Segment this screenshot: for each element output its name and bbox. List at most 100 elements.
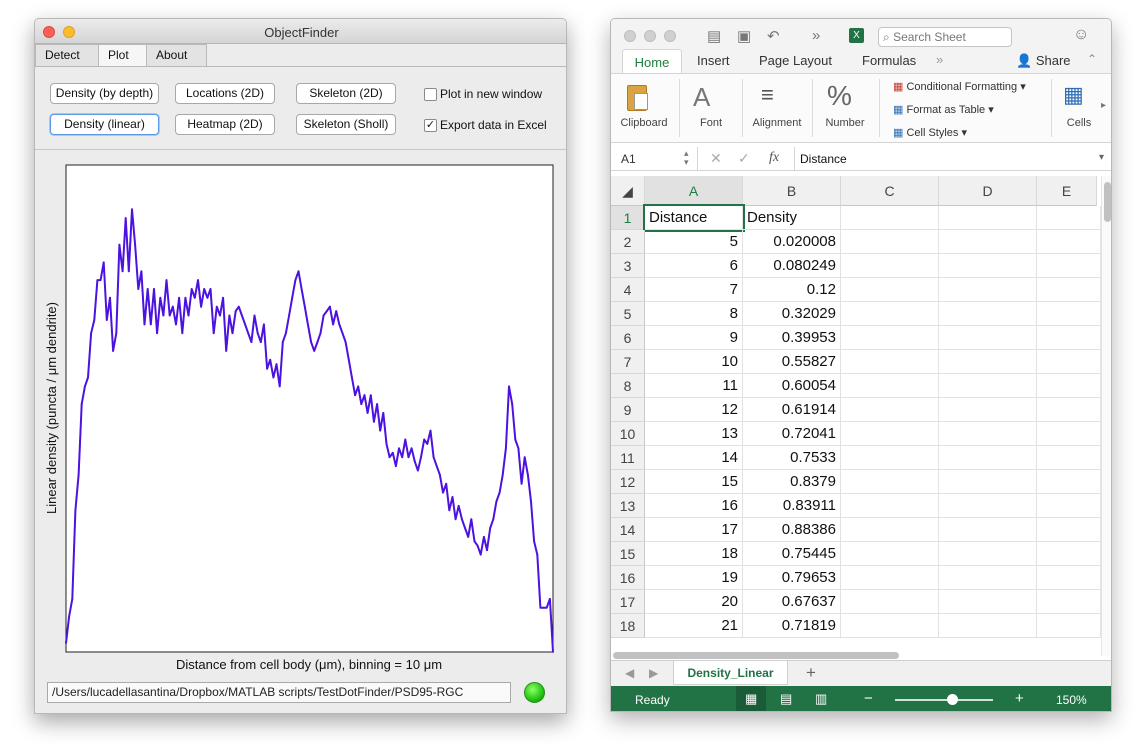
cells-icon[interactable]: ▦ bbox=[1063, 82, 1084, 108]
grid-cell[interactable]: 0.79653 bbox=[743, 566, 841, 590]
grid-cell[interactable] bbox=[841, 350, 939, 374]
column-header[interactable]: B bbox=[743, 176, 841, 206]
save-icon[interactable]: ▣ bbox=[737, 27, 751, 45]
grid-cell[interactable] bbox=[939, 590, 1037, 614]
row-header[interactable]: 13 bbox=[611, 494, 645, 518]
row-header[interactable]: 10 bbox=[611, 422, 645, 446]
grid-cell[interactable]: 6 bbox=[645, 254, 743, 278]
font-icon[interactable]: A bbox=[693, 82, 710, 113]
row-header[interactable]: 15 bbox=[611, 542, 645, 566]
tab-home[interactable]: Home bbox=[622, 49, 682, 74]
spreadsheet-grid[interactable]: ◢ A B C D E 1 Distance Density 2 5 0.020008 3 6… bbox=[611, 176, 1111, 656]
zoom-out-icon[interactable]: − bbox=[864, 690, 873, 707]
column-header[interactable]: C bbox=[841, 176, 939, 206]
grid-cell[interactable] bbox=[939, 422, 1037, 446]
grid-cell[interactable] bbox=[939, 374, 1037, 398]
vertical-scrollbar[interactable] bbox=[1101, 176, 1111, 656]
grid-cell[interactable] bbox=[939, 350, 1037, 374]
grid-cell[interactable] bbox=[939, 254, 1037, 278]
grid-cell[interactable]: 18 bbox=[645, 542, 743, 566]
grid-cell[interactable] bbox=[1037, 614, 1101, 638]
row-header[interactable]: 7 bbox=[611, 350, 645, 374]
grid-cell[interactable] bbox=[841, 398, 939, 422]
row-header[interactable]: 4 bbox=[611, 278, 645, 302]
grid-cell[interactable]: Density bbox=[743, 206, 841, 230]
row-header[interactable]: 12 bbox=[611, 470, 645, 494]
function-icon[interactable]: fx bbox=[769, 150, 779, 166]
grid-cell[interactable] bbox=[841, 230, 939, 254]
grid-cell[interactable]: 9 bbox=[645, 326, 743, 350]
row-header[interactable]: 16 bbox=[611, 566, 645, 590]
grid-cell[interactable] bbox=[1037, 590, 1101, 614]
share-button[interactable]: 👤 Share bbox=[1016, 53, 1071, 69]
skeleton-sholl-button[interactable]: Skeleton (Sholl) bbox=[296, 114, 396, 135]
grid-cell[interactable]: 15 bbox=[645, 470, 743, 494]
grid-cell[interactable] bbox=[939, 494, 1037, 518]
grid-cell[interactable] bbox=[841, 374, 939, 398]
sheet-tab-density-linear[interactable]: Density_Linear bbox=[673, 661, 788, 685]
grid-cell[interactable]: Distance bbox=[643, 204, 745, 232]
more-commands-icon[interactable]: » bbox=[812, 27, 820, 44]
grid-cell[interactable]: 10 bbox=[645, 350, 743, 374]
page-break-view-icon[interactable]: ▥ bbox=[815, 691, 827, 707]
column-header[interactable]: D bbox=[939, 176, 1037, 206]
grid-cell[interactable]: 0.39953 bbox=[743, 326, 841, 350]
format-as-table-button[interactable]: ▦ Format as Table ▾ bbox=[893, 103, 994, 116]
grid-cell[interactable] bbox=[939, 398, 1037, 422]
zoom-in-icon[interactable]: + bbox=[1015, 690, 1024, 707]
grid-cell[interactable] bbox=[1037, 470, 1101, 494]
paste-icon[interactable] bbox=[625, 82, 651, 112]
grid-cell[interactable] bbox=[1037, 374, 1101, 398]
name-box[interactable]: A1 bbox=[621, 152, 636, 166]
grid-cell[interactable] bbox=[939, 470, 1037, 494]
grid-cell[interactable] bbox=[1037, 446, 1101, 470]
grid-cell[interactable] bbox=[939, 230, 1037, 254]
grid-cell[interactable] bbox=[841, 302, 939, 326]
zoom-slider-thumb[interactable] bbox=[947, 694, 958, 705]
column-header[interactable]: A bbox=[645, 176, 743, 206]
grid-cell[interactable]: 0.080249 bbox=[743, 254, 841, 278]
grid-cell[interactable] bbox=[1037, 230, 1101, 254]
grid-cell[interactable]: 20 bbox=[645, 590, 743, 614]
grid-cell[interactable] bbox=[939, 206, 1037, 230]
grid-cell[interactable]: 5 bbox=[645, 230, 743, 254]
locations-2d-button[interactable]: Locations (2D) bbox=[175, 83, 275, 104]
grid-cell[interactable] bbox=[841, 590, 939, 614]
plot-new-window-checkbox[interactable] bbox=[424, 88, 437, 101]
grid-cell[interactable] bbox=[841, 254, 939, 278]
grid-cell[interactable] bbox=[841, 614, 939, 638]
grid-cell[interactable] bbox=[1037, 518, 1101, 542]
grid-cell[interactable]: 21 bbox=[645, 614, 743, 638]
formula-input[interactable]: Distance bbox=[800, 152, 847, 166]
grid-cell[interactable]: 0.7533 bbox=[743, 446, 841, 470]
cancel-icon[interactable]: ✕ bbox=[710, 150, 722, 167]
zoom-slider-track[interactable] bbox=[895, 699, 993, 701]
tab-insert[interactable]: Insert bbox=[697, 53, 730, 68]
row-header[interactable]: 18 bbox=[611, 614, 645, 638]
smiley-feedback-icon[interactable]: ☺ bbox=[1073, 26, 1089, 44]
row-header[interactable]: 6 bbox=[611, 326, 645, 350]
grid-cell[interactable] bbox=[841, 566, 939, 590]
grid-cell[interactable] bbox=[1037, 302, 1101, 326]
grid-cell[interactable] bbox=[939, 278, 1037, 302]
grid-cell[interactable]: 7 bbox=[645, 278, 743, 302]
name-box-stepper-icon[interactable]: ▴ ▾ bbox=[684, 149, 689, 167]
heatmap-2d-button[interactable]: Heatmap (2D) bbox=[175, 114, 275, 135]
more-tabs-icon[interactable]: » bbox=[936, 52, 943, 67]
grid-cell[interactable]: 0.61914 bbox=[743, 398, 841, 422]
grid-cell[interactable] bbox=[841, 422, 939, 446]
grid-cell[interactable]: 17 bbox=[645, 518, 743, 542]
grid-cell[interactable] bbox=[841, 542, 939, 566]
export-excel-checkbox[interactable]: ✓ bbox=[424, 119, 437, 132]
minimize-window-button[interactable] bbox=[644, 30, 656, 42]
row-header[interactable]: 9 bbox=[611, 398, 645, 422]
collapse-ribbon-icon[interactable]: ⌃ bbox=[1087, 52, 1097, 66]
path-field[interactable]: /Users/lucadellasantina/Dropbox/MATLAB s… bbox=[47, 682, 511, 703]
grid-cell[interactable] bbox=[1037, 566, 1101, 590]
grid-cell[interactable]: 0.72041 bbox=[743, 422, 841, 446]
grid-cell[interactable]: 0.71819 bbox=[743, 614, 841, 638]
grid-cell[interactable]: 14 bbox=[645, 446, 743, 470]
density-by-depth-button[interactable]: Density (by depth) bbox=[50, 83, 159, 104]
grid-cell[interactable]: 0.60054 bbox=[743, 374, 841, 398]
grid-cell[interactable] bbox=[939, 566, 1037, 590]
